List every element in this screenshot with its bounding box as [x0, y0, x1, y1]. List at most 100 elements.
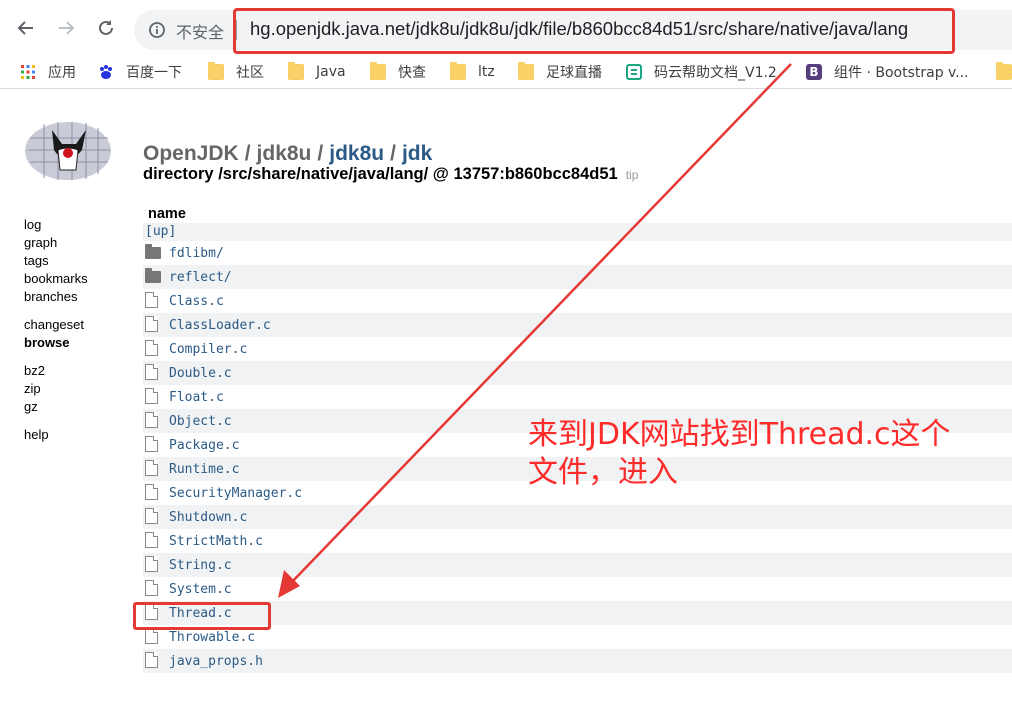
bookmark-apps[interactable]: 应用	[20, 62, 76, 82]
nav-help[interactable]: help	[24, 426, 88, 444]
entry-link[interactable]: Shutdown.c	[169, 510, 247, 525]
entry-link[interactable]: Runtime.c	[169, 462, 239, 477]
entry-link[interactable]: Package.c	[169, 438, 239, 453]
entry-link[interactable]: Throwable.c	[169, 630, 255, 645]
baidu-paw-icon	[100, 65, 112, 79]
folder-icon	[518, 62, 534, 80]
openjdk-duke-logo[interactable]	[24, 120, 114, 182]
thread-c-highlight-box	[133, 602, 271, 630]
bookmark-label: 足球直播	[546, 65, 602, 81]
crumb-jdk8u-project[interactable]: jdk8u	[257, 142, 312, 165]
bookmark-football[interactable]: 足球直播	[518, 62, 602, 82]
file-icon	[145, 580, 158, 596]
url-highlight-box	[233, 8, 955, 54]
file-icon	[145, 532, 158, 548]
list-item[interactable]: Throwable.c	[143, 625, 1012, 649]
list-item[interactable]: System.c	[143, 577, 1012, 601]
folder-icon	[208, 62, 224, 80]
crumb-openjdk[interactable]: OpenJDK	[143, 142, 239, 165]
entry-link[interactable]: fdlibm/	[169, 246, 224, 261]
nav-changeset[interactable]: changeset	[24, 316, 88, 334]
sidebar-nav: log graph tags bookmarks branches change…	[24, 216, 88, 444]
nav-zip[interactable]: zip	[24, 380, 88, 398]
bookmark-label: 百度一下	[126, 65, 182, 81]
list-item[interactable]: Thread.c	[143, 601, 1012, 625]
info-icon[interactable]	[148, 21, 166, 39]
nav-bz2[interactable]: bz2	[24, 362, 88, 380]
entry-link[interactable]: StrictMath.c	[169, 534, 263, 549]
entry-link[interactable]: Double.c	[169, 366, 232, 381]
file-icon	[145, 412, 158, 428]
list-item[interactable]: java_props.h	[143, 649, 1012, 673]
nav-graph[interactable]: graph	[24, 234, 88, 252]
file-icon	[145, 484, 158, 500]
list-item[interactable]: Float.c	[143, 385, 1012, 409]
directory-title: directory /src/share/native/java/lang/ @…	[143, 165, 638, 184]
folder-icon	[145, 244, 161, 259]
reload-button[interactable]	[94, 16, 118, 40]
crumb-jdk[interactable]: jdk	[402, 142, 432, 165]
nav-browse: browse	[24, 335, 70, 350]
list-item[interactable]: fdlibm/	[143, 241, 1012, 265]
list-item[interactable]: StrictMath.c	[143, 529, 1012, 553]
bookmark-label: 社区	[236, 65, 264, 81]
column-header-name: name	[148, 206, 186, 222]
crumb-separator: /	[244, 142, 251, 165]
folder-icon	[370, 62, 386, 80]
list-item[interactable]: Double.c	[143, 361, 1012, 385]
forward-button[interactable]	[54, 16, 78, 40]
entry-link[interactable]: String.c	[169, 558, 232, 573]
up-link-row[interactable]: [up]	[143, 223, 1012, 241]
back-arrow-icon	[17, 21, 33, 35]
reload-icon	[99, 20, 113, 35]
nav-bookmarks[interactable]: bookmarks	[24, 270, 88, 288]
bookmark-gitee-doc[interactable]: 码云帮助文档_V1.2	[626, 62, 777, 82]
back-button[interactable]	[14, 16, 38, 40]
breadcrumb: OpenJDK / jdk8u / jdk8u / jdk	[143, 142, 432, 166]
file-icon	[145, 364, 158, 380]
list-item[interactable]: String.c	[143, 553, 1012, 577]
entry-link[interactable]: System.c	[169, 582, 232, 597]
directory-path: directory /src/share/native/java/lang/ @…	[143, 165, 618, 183]
entry-link[interactable]: Compiler.c	[169, 342, 247, 357]
bookmark-java[interactable]: Java	[288, 62, 346, 82]
nav-gap	[24, 306, 88, 316]
entry-link[interactable]: ClassLoader.c	[169, 318, 271, 333]
bookmark-ltz[interactable]: ltz	[450, 62, 495, 82]
up-link[interactable]: [up]	[145, 224, 176, 239]
bookmark-community[interactable]: 社区	[208, 62, 264, 82]
list-item[interactable]: Class.c	[143, 289, 1012, 313]
bookmark-quicksearch[interactable]: 快查	[370, 62, 426, 82]
bookmark-label: 码云帮助文档_V1.2	[654, 65, 777, 81]
nav-gz[interactable]: gz	[24, 398, 88, 416]
entry-link[interactable]: java_props.h	[169, 654, 263, 669]
annotation-line-2: 文件，进入	[528, 455, 678, 490]
nav-tags[interactable]: tags	[24, 252, 88, 270]
bookmark-bootstrap[interactable]: B 组件 · Bootstrap v...	[806, 62, 969, 82]
file-icon	[145, 508, 158, 524]
entry-link[interactable]: reflect/	[169, 270, 232, 285]
crumb-separator: /	[390, 142, 396, 165]
nav-log[interactable]: log	[24, 216, 88, 234]
gitee-doc-icon	[626, 64, 642, 80]
list-item[interactable]: Compiler.c	[143, 337, 1012, 361]
list-item[interactable]: reflect/	[143, 265, 1012, 289]
entry-link[interactable]: SecurityManager.c	[169, 486, 302, 501]
bookmark-overflow[interactable]	[996, 62, 1012, 82]
entry-link[interactable]: Class.c	[169, 294, 224, 309]
list-item[interactable]: ClassLoader.c	[143, 313, 1012, 337]
apps-grid-icon	[21, 65, 35, 79]
bookmark-label: ltz	[478, 64, 495, 80]
folder-icon	[450, 62, 466, 80]
nav-branches[interactable]: branches	[24, 288, 88, 306]
file-icon	[145, 292, 158, 308]
bookmarks-bar: 应用 百度一下 社区 Java 快查 ltz 足球直播 码云帮助文档_V1.2 …	[0, 56, 1012, 89]
insecure-label[interactable]: 不安全	[176, 19, 224, 43]
folder-icon	[145, 268, 161, 283]
entry-link[interactable]: Float.c	[169, 390, 224, 405]
list-item[interactable]: Shutdown.c	[143, 505, 1012, 529]
nav-gap	[24, 352, 88, 362]
bookmark-baidu[interactable]: 百度一下	[98, 62, 182, 82]
entry-link[interactable]: Object.c	[169, 414, 232, 429]
crumb-jdk8u-repo[interactable]: jdk8u	[329, 142, 384, 165]
